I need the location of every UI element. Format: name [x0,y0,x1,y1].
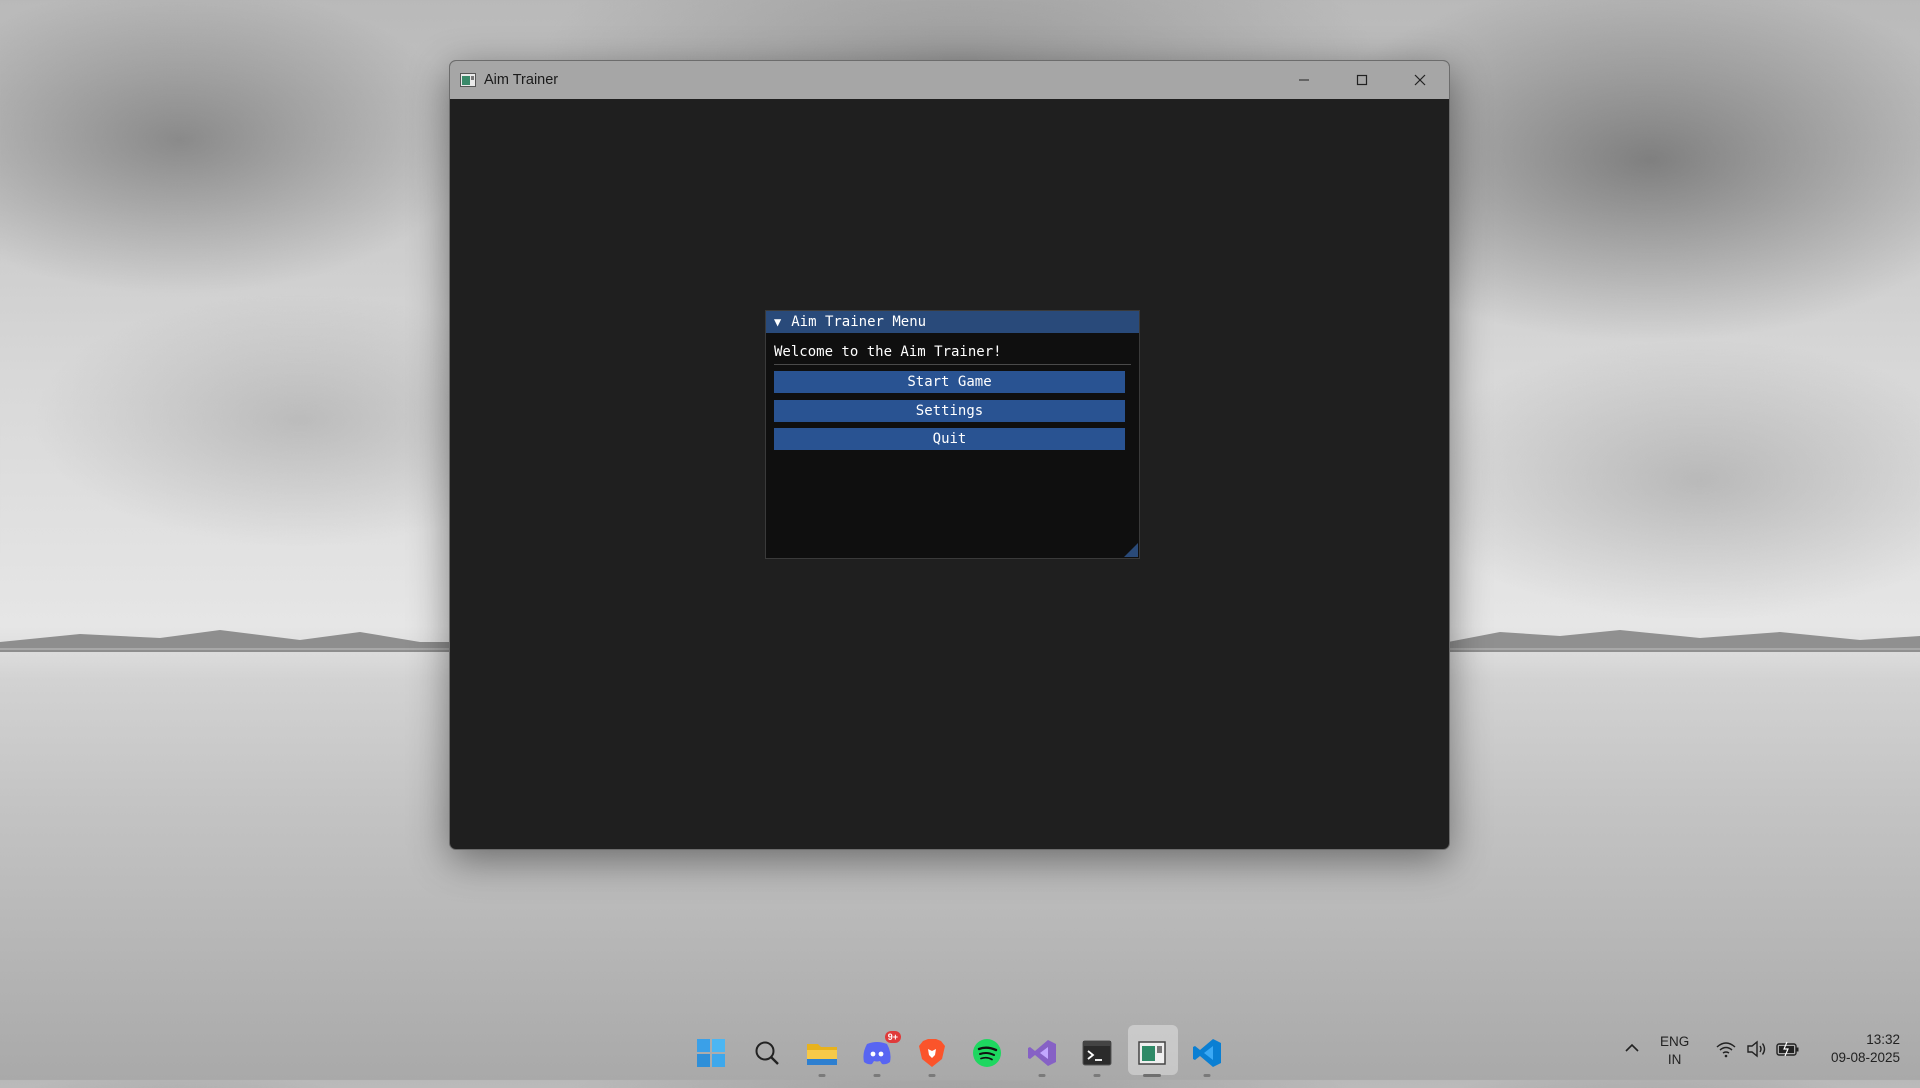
settings-button[interactable]: Settings [774,400,1125,422]
brave-icon [919,1039,945,1067]
visual-studio-button[interactable] [1024,1035,1060,1077]
network-button[interactable] [1716,1040,1736,1063]
window-title: Aim Trainer [484,72,559,88]
separator [774,364,1131,365]
vscode-button[interactable] [1189,1035,1225,1077]
aim-trainer-menu-panel: ▼ Aim Trainer Menu Welcome to the Aim Tr… [765,310,1140,559]
collapse-arrow-icon[interactable]: ▼ [774,315,781,329]
running-indicator [1093,1074,1101,1077]
volume-icon [1747,1040,1766,1058]
aim-trainer-taskbar-button[interactable] [1134,1035,1170,1077]
brave-button[interactable] [914,1035,950,1077]
file-explorer-button[interactable] [804,1035,840,1077]
battery-charging-icon [1776,1041,1799,1057]
start-game-button[interactable]: Start Game [774,371,1125,393]
vscode-icon [1193,1039,1221,1067]
maximize-icon [1356,74,1368,86]
spotify-button[interactable] [969,1035,1005,1071]
running-indicator [818,1074,826,1077]
quit-button[interactable]: Quit [774,428,1125,450]
close-icon [1414,74,1426,86]
minimize-button[interactable] [1275,61,1333,99]
windows-start-icon [697,1039,725,1067]
search-icon [755,1041,779,1065]
battery-button[interactable] [1776,1040,1800,1063]
wifi-icon [1716,1042,1736,1058]
spotify-icon [973,1039,1001,1067]
region-code: IN [1667,1052,1682,1067]
visual-studio-icon [1028,1040,1056,1066]
date: 09-08-2025 [1830,1050,1900,1065]
discord-button[interactable]: 9+ [859,1031,901,1077]
app-icon [460,73,476,87]
close-button[interactable] [1391,61,1449,99]
language-code: ENG [1660,1034,1690,1049]
welcome-text: Welcome to the Aim Trainer! [774,344,1002,360]
running-indicator [873,1074,881,1077]
search-button[interactable] [749,1035,785,1071]
running-indicator [1203,1074,1211,1077]
discord-icon [863,1042,891,1065]
app-window: Aim Trainer ▼ Aim Trainer Menu Welcome t… [449,60,1450,850]
terminal-icon [1082,1040,1112,1066]
show-hidden-icons-button[interactable] [1624,1040,1640,1061]
notification-badge: 9+ [884,1031,901,1043]
maximize-button[interactable] [1333,61,1391,99]
aim-trainer-icon [1138,1041,1166,1065]
menu-title: Aim Trainer Menu [791,314,927,330]
menu-title-bar[interactable]: ▼ Aim Trainer Menu [766,311,1139,333]
language-indicator[interactable]: ENG IN [1660,1025,1689,1088]
title-bar[interactable]: Aim Trainer [450,61,1449,99]
minimize-icon [1299,79,1309,81]
resize-grip[interactable] [1124,543,1138,557]
time: 13:32 [1866,1032,1900,1047]
clock[interactable]: 13:32 09-08-2025 [1810,1025,1900,1086]
volume-button[interactable] [1746,1040,1768,1063]
running-indicator [1038,1074,1046,1077]
terminal-button[interactable] [1079,1035,1115,1077]
start-button[interactable] [693,1035,729,1071]
running-indicator [928,1074,936,1077]
file-explorer-icon [807,1044,837,1065]
active-indicator [1143,1074,1161,1077]
chevron-up-icon [1625,1043,1639,1052]
